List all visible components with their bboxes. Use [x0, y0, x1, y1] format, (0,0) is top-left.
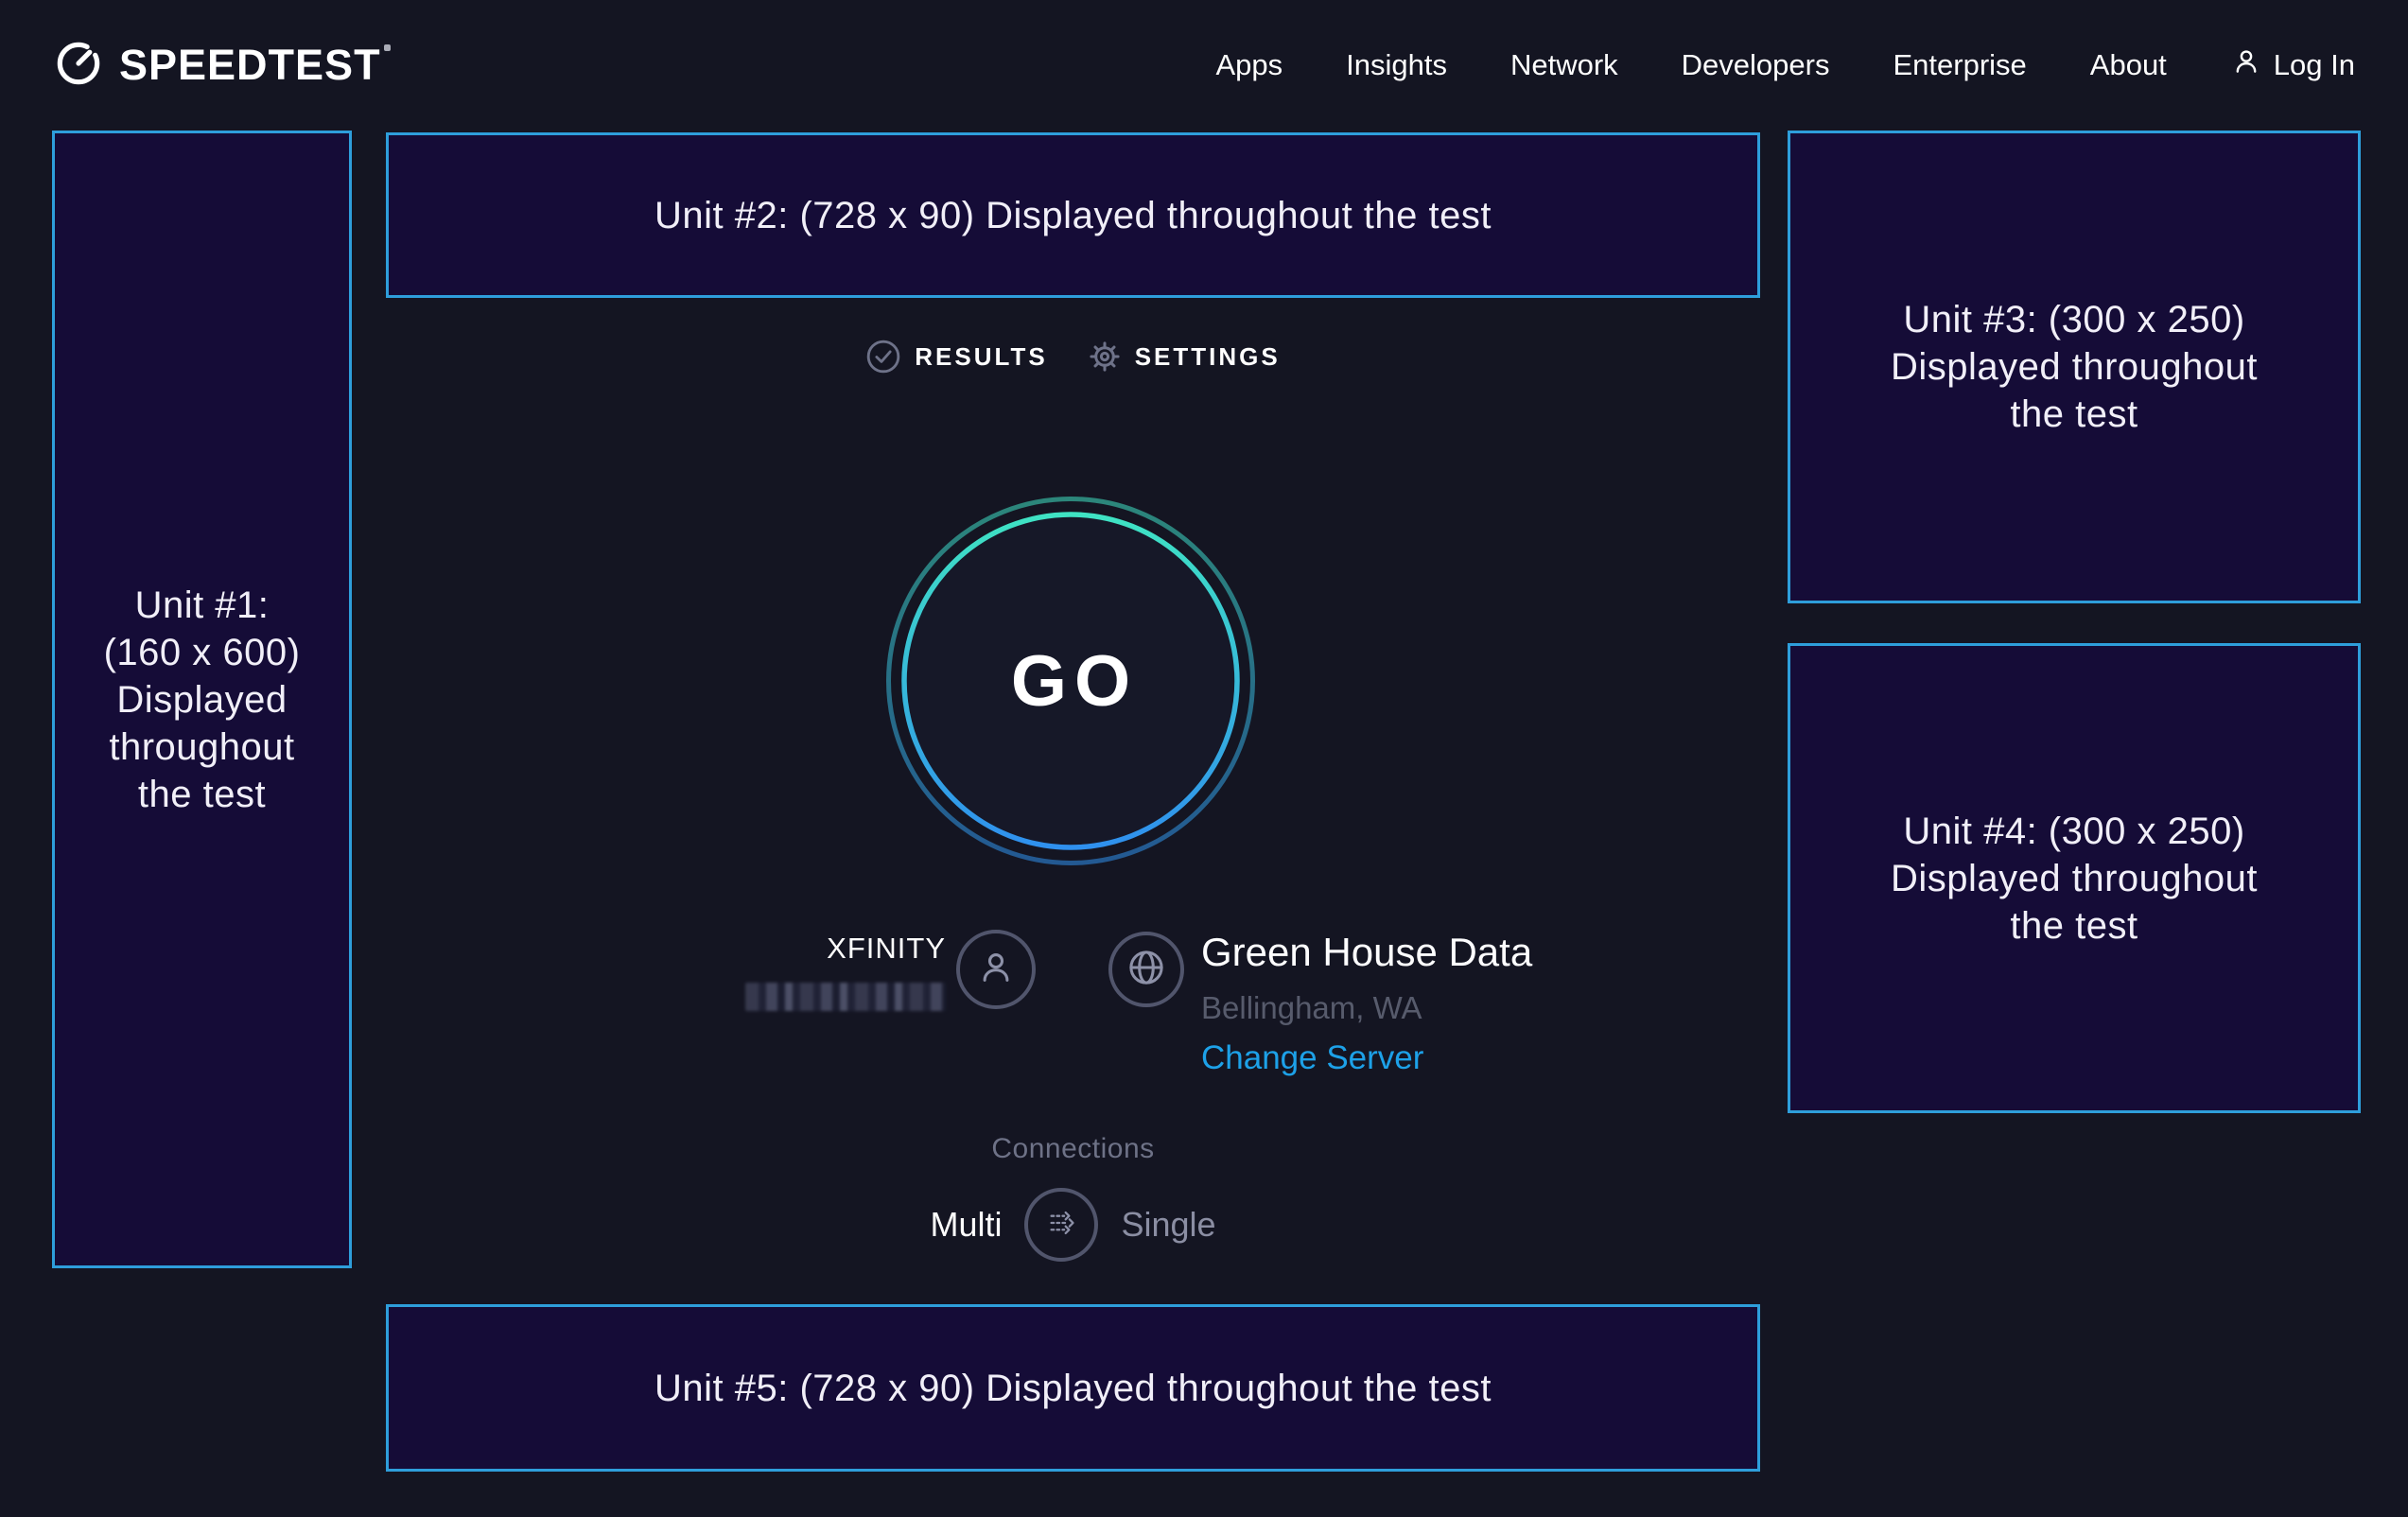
nav-item-developers[interactable]: Developers [1682, 48, 1830, 82]
tab-results[interactable]: RESULTS [865, 339, 1047, 375]
main-nav: Apps Insights Network Developers Enterpr… [1215, 45, 2355, 85]
nav-item-network[interactable]: Network [1510, 48, 1618, 82]
tabs-row: RESULTS SETTINGS [386, 339, 1760, 375]
connections-single-label[interactable]: Single [1121, 1205, 1215, 1245]
login-button[interactable]: Log In [2230, 45, 2355, 85]
header: SPEEDTEST Apps Insights Network Develope… [0, 0, 2408, 131]
change-server-link[interactable]: Change Server [1201, 1039, 1532, 1077]
server-info: Green House Data Bellingham, WA Change S… [1201, 930, 1532, 1077]
nav-item-about[interactable]: About [2090, 48, 2167, 82]
ad-unit-3[interactable]: Unit #3: (300 x 250) Displayed throughou… [1788, 131, 2361, 603]
ad-unit-1[interactable]: Unit #1: (160 x 600) Displayed throughou… [52, 131, 352, 1268]
ad-unit-1-text: Unit #1: (160 x 600) Displayed throughou… [104, 582, 301, 818]
person-icon [974, 946, 1018, 994]
tab-results-label: RESULTS [915, 342, 1047, 372]
ad-unit-2[interactable]: Unit #2: (728 x 90) Displayed throughout… [386, 132, 1760, 298]
ad-unit-5-text: Unit #5: (728 x 90) Displayed throughout… [654, 1365, 1492, 1412]
globe-icon [1125, 946, 1168, 994]
connections-toggle[interactable] [1024, 1188, 1098, 1262]
go-button[interactable]: GO [885, 496, 1256, 866]
isp-ip-redacted [745, 983, 946, 1011]
isp-name: XFINITY [745, 932, 946, 966]
go-label: GO [885, 496, 1256, 866]
server-badge [1108, 932, 1184, 1007]
ad-unit-5[interactable]: Unit #5: (728 x 90) Displayed throughout… [386, 1304, 1760, 1472]
check-circle-icon [865, 339, 901, 375]
page: { "header": { "logo_text": "SPEEDTEST", … [0, 0, 2408, 1517]
login-label: Log In [2274, 48, 2355, 82]
multi-connection-icon [1038, 1199, 1085, 1251]
user-icon [2230, 45, 2262, 85]
gear-icon [1088, 340, 1122, 374]
isp-block: XFINITY [745, 932, 946, 1016]
nav-item-insights[interactable]: Insights [1346, 48, 1447, 82]
connections-multi-label[interactable]: Multi [930, 1205, 1002, 1245]
logo-text: SPEEDTEST [119, 41, 391, 90]
tab-settings[interactable]: SETTINGS [1088, 340, 1281, 374]
isp-badge [956, 930, 1036, 1009]
nav-item-enterprise[interactable]: Enterprise [1893, 48, 2026, 82]
server-location: Bellingham, WA [1201, 990, 1532, 1026]
tab-settings-label: SETTINGS [1135, 342, 1281, 372]
server-name: Green House Data [1201, 930, 1532, 975]
speedtest-logo[interactable]: SPEEDTEST [53, 38, 391, 94]
connections-section: Connections Multi Single [386, 1133, 1760, 1262]
nav-item-apps[interactable]: Apps [1215, 48, 1283, 82]
ad-unit-4[interactable]: Unit #4: (300 x 250) Displayed throughou… [1788, 643, 2361, 1113]
ad-unit-3-text: Unit #3: (300 x 250) Displayed throughou… [1891, 296, 2258, 438]
ad-unit-2-text: Unit #2: (728 x 90) Displayed throughout… [654, 192, 1492, 239]
speedometer-icon [53, 38, 104, 94]
connections-label: Connections [386, 1133, 1760, 1165]
connections-row: Multi Single [930, 1188, 1215, 1262]
ad-unit-4-text: Unit #4: (300 x 250) Displayed throughou… [1891, 808, 2258, 950]
